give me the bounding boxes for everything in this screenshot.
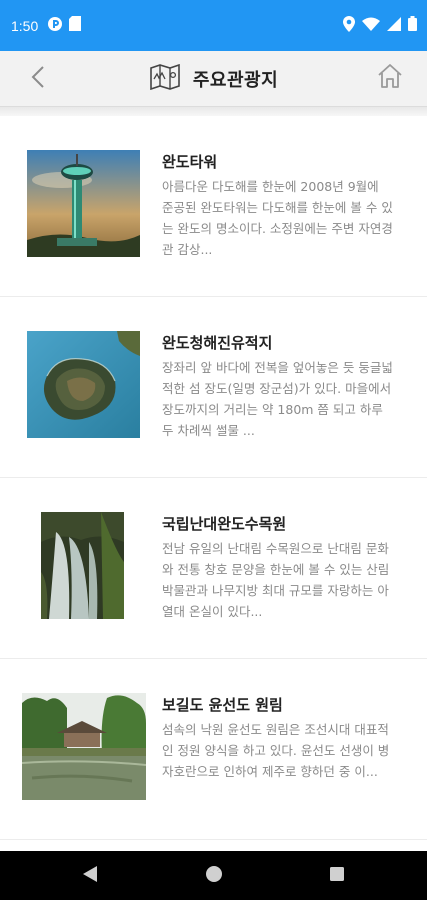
item-title: 국립난대완도수목원 bbox=[162, 515, 287, 533]
list-item[interactable]: 완도타워 아름다운 다도해를 한눈에 2008년 9월에 준공된 완도타워는 다… bbox=[0, 116, 427, 297]
home-icon bbox=[376, 62, 404, 94]
back-triangle-icon bbox=[82, 865, 98, 887]
nav-home-button[interactable] bbox=[194, 851, 234, 900]
item-description: 장좌리 앞 바다에 전복을 엎어놓은 듯 둥글넓적한 섬 장도(일명 장군섬)가… bbox=[162, 360, 393, 438]
wifi-icon bbox=[362, 16, 380, 35]
item-title: 완도타워 bbox=[162, 153, 218, 171]
nav-back-button[interactable] bbox=[70, 851, 110, 900]
tower-photo bbox=[27, 150, 140, 257]
map-icon bbox=[149, 63, 181, 94]
nav-recents-button[interactable] bbox=[317, 851, 357, 900]
list-item[interactable]: 완도청해진유적지 장좌리 앞 바다에 전복을 엎어놓은 듯 둥글넓적한 섬 장도… bbox=[0, 297, 427, 478]
list-item[interactable]: 보길도 윤선도 원림 섬속의 낙원 윤선도 원림은 조선시대 대표적인 정원 양… bbox=[0, 659, 427, 840]
waterfall-photo bbox=[41, 512, 124, 619]
item-description: 섬속의 낙원 윤선도 원림은 조선시대 대표적인 정원 양식을 하고 있다. 윤… bbox=[162, 722, 390, 779]
system-nav-bar bbox=[0, 851, 427, 900]
status-left-icons bbox=[47, 16, 82, 36]
signal-icon bbox=[387, 16, 401, 35]
header-title-group: 주요관광지 bbox=[0, 51, 427, 106]
header-divider bbox=[0, 107, 427, 116]
status-bar: 1:50 bbox=[0, 0, 427, 51]
status-time: 1:50 bbox=[11, 17, 39, 34]
sim-card-icon bbox=[69, 16, 82, 35]
recents-square-icon bbox=[329, 866, 345, 886]
page-title: 주요관광지 bbox=[192, 69, 279, 91]
item-title: 보길도 윤선도 원림 bbox=[162, 696, 283, 714]
home-circle-icon bbox=[205, 865, 223, 887]
garden-photo bbox=[22, 693, 146, 800]
location-icon bbox=[343, 15, 355, 36]
home-button[interactable] bbox=[375, 63, 405, 93]
app-header: 주요관광지 bbox=[0, 51, 427, 107]
item-title: 완도청해진유적지 bbox=[162, 334, 273, 352]
attraction-list: 완도타워 아름다운 다도해를 한눈에 2008년 9월에 준공된 완도타워는 다… bbox=[0, 116, 427, 840]
item-description: 아름다운 다도해를 한눈에 2008년 9월에 준공된 완도타워는 다도해를 한… bbox=[162, 179, 393, 257]
island-photo bbox=[27, 331, 140, 438]
status-right-icons bbox=[343, 0, 417, 51]
item-description: 전남 유일의 난대림 수목원으로 난대림 문화와 전통 창호 문양을 한눈에 볼… bbox=[162, 541, 390, 619]
battery-icon bbox=[408, 16, 417, 35]
notification-icon bbox=[47, 16, 63, 36]
list-item[interactable]: 국립난대완도수목원 전남 유일의 난대림 수목원으로 난대림 문화와 전통 창호… bbox=[0, 478, 427, 659]
